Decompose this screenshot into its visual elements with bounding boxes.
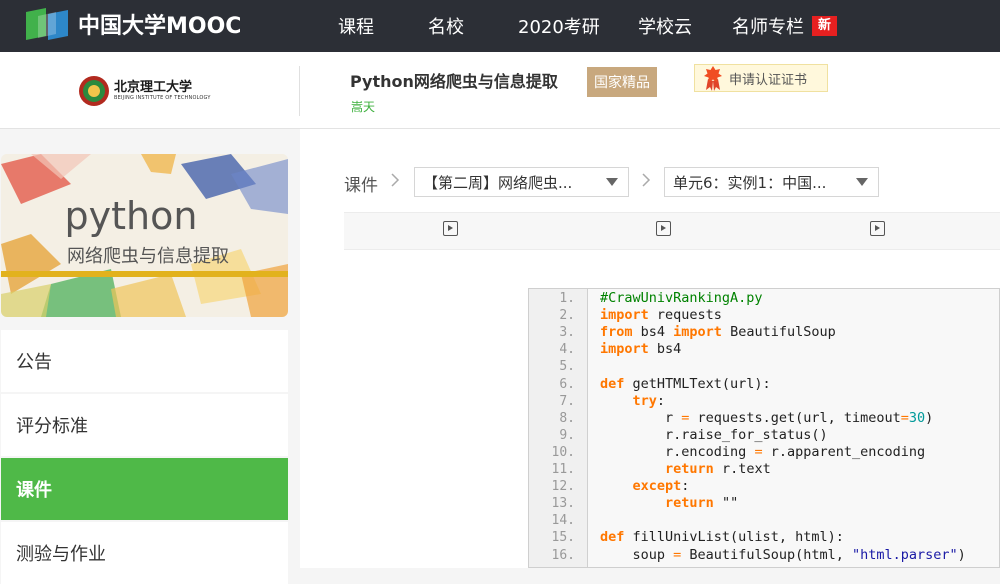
nav-courses[interactable]: 课程 [338, 0, 374, 52]
video-play-icon[interactable] [870, 221, 885, 236]
line-number: 12. [551, 479, 575, 495]
line-number: 15. [551, 530, 575, 546]
code-line: soup = BeautifulSoup(html, "html.parser"… [600, 546, 966, 563]
unit-select-value: 单元6：实例1：中国... [673, 173, 827, 192]
code-line: def fillUnivList(ulist, html): [600, 529, 844, 546]
line-number: 8. [559, 410, 575, 426]
code-line: r = requests.get(url, timeout=30) [600, 409, 934, 426]
nav-school-cloud[interactable]: 学校云 [638, 0, 692, 52]
code-line: r.encoding = r.apparent_encoding [600, 443, 926, 460]
top-navbar: 中国大学MOOC 课程 名校 2020考研 学校云 名师专栏 新 [0, 0, 1000, 52]
caret-down-icon [856, 178, 868, 186]
sidebar-item-courseware[interactable]: 课件 [1, 458, 288, 520]
code-line: try: [632, 392, 666, 409]
line-number: 6. [559, 376, 575, 392]
sidebar-item-grading[interactable]: 评分标准 [1, 394, 288, 456]
line-number: 3. [559, 325, 575, 341]
site-logo-text: 中国大学MOOC [78, 14, 242, 39]
cover-title: python [64, 194, 198, 238]
course-title: Python网络爬虫与信息提取 [350, 72, 558, 91]
line-number: 14. [551, 513, 575, 529]
line-number: 7. [559, 393, 575, 409]
national-quality-tag: 国家精品 [587, 67, 657, 97]
code-line: from bs4 import BeautifulSoup [600, 324, 836, 341]
nav-kaoyan[interactable]: 2020考研 [518, 0, 600, 52]
nav-teacher-column[interactable]: 名师专栏 新 [732, 0, 838, 52]
breadcrumb-root[interactable]: 课件 [344, 171, 378, 196]
line-number: 5. [559, 359, 575, 375]
header-divider [299, 66, 300, 116]
apply-certificate-button[interactable]: 申请认证证书 [694, 64, 828, 92]
nav-teacher-column-label: 名师专栏 [732, 17, 804, 38]
new-badge: 新 [812, 16, 838, 36]
video-play-icon[interactable] [443, 221, 458, 236]
chevron-right-icon [390, 171, 400, 193]
site-logo[interactable]: 中国大学MOOC [24, 4, 241, 44]
line-number: 11. [551, 462, 575, 477]
school-emblem-icon [79, 76, 109, 106]
code-line: except: [632, 478, 690, 495]
video-play-icon[interactable] [656, 221, 671, 236]
line-number: 9. [559, 427, 575, 443]
code-line: #CrawUnivRankingA.py [600, 290, 763, 306]
code-viewer: 1. #CrawUnivRankingA.py 2. import requests 3… [528, 288, 1000, 568]
course-cover-image: python 网络爬虫与信息提取 [1, 154, 288, 317]
line-number: 13. [551, 496, 575, 512]
week-select[interactable]: 【第二周】网络爬虫... [414, 167, 629, 197]
course-teacher-link[interactable]: 嵩天 [351, 98, 375, 115]
line-number: 16. [551, 547, 575, 563]
code-line: import requests [600, 307, 722, 324]
sidebar-item-announcements[interactable]: 公告 [1, 330, 288, 392]
code-line: def getHTMLText(url): [600, 375, 771, 392]
code-line: import bs4 [600, 341, 682, 358]
cover-subtitle: 网络爬虫与信息提取 [67, 246, 229, 267]
code-line: r.raise_for_status() [600, 426, 828, 443]
caret-down-icon [606, 178, 618, 186]
chevron-right-icon [641, 171, 651, 193]
line-number: 1. [559, 291, 575, 306]
line-number: 4. [559, 342, 575, 358]
nav-schools[interactable]: 名校 [428, 0, 464, 52]
school-name: 北京理工大学 [114, 80, 193, 95]
unit-select[interactable]: 单元6：实例1：中国... [664, 167, 879, 197]
apply-certificate-label: 申请认证证书 [729, 72, 808, 88]
school-logo[interactable]: 北京理工大学 BEIJING INSTITUTE OF TECHNOLOGY [76, 67, 212, 115]
sidebar-item-quiz-homework[interactable]: 测验与作业 [1, 522, 288, 584]
mooc-logo-icon [24, 6, 72, 42]
line-number: 2. [559, 308, 575, 324]
week-select-value: 【第二周】网络爬虫... [423, 173, 573, 192]
line-number: 10. [551, 444, 575, 460]
code-line: return "" [665, 495, 739, 512]
school-name-en: BEIJING INSTITUTE OF TECHNOLOGY [114, 95, 211, 101]
certificate-medal-icon [704, 66, 722, 91]
code-line: return r.text [665, 461, 771, 477]
